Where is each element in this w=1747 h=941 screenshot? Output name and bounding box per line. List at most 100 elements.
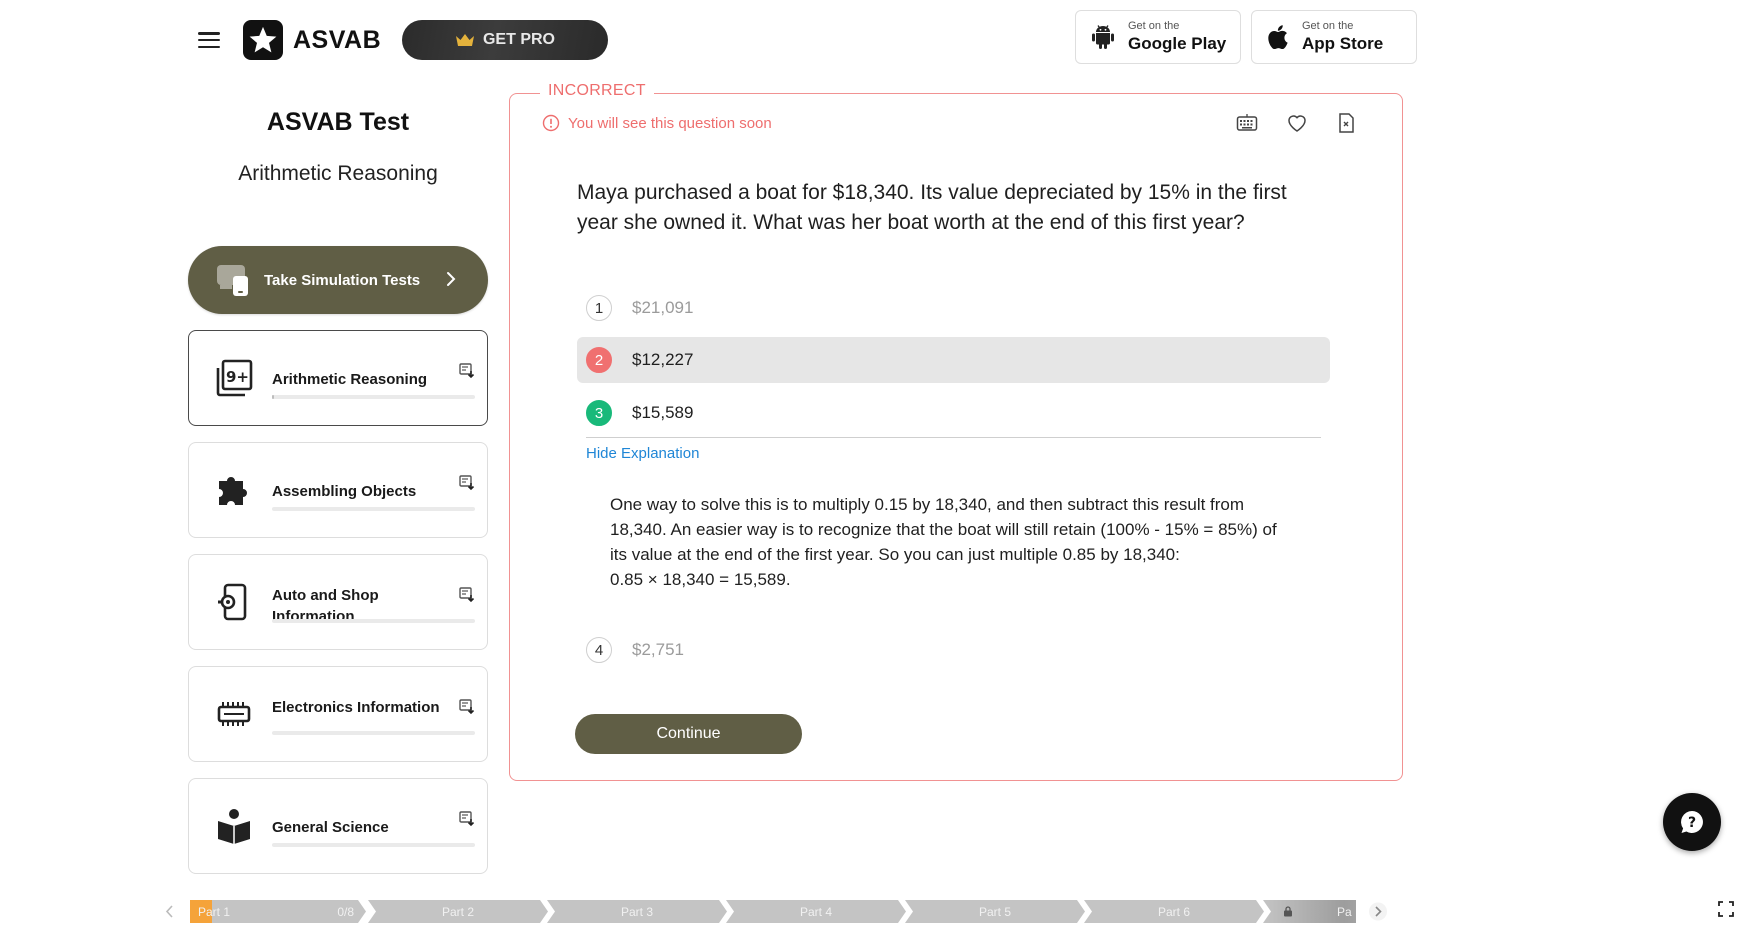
download-icon[interactable] bbox=[459, 811, 475, 827]
part-count: 0/8 bbox=[337, 904, 354, 919]
subject-electronics-information[interactable]: Electronics Information bbox=[188, 666, 488, 762]
google-play-button[interactable]: Get on the Google Play bbox=[1075, 10, 1241, 64]
numbers-icon: 9+ bbox=[215, 359, 253, 397]
part-label: Pa bbox=[1337, 904, 1352, 919]
answer-option-3[interactable]: 3 $15,589 bbox=[577, 390, 1330, 436]
subject-label: Assembling Objects bbox=[272, 483, 417, 500]
subject-auto-and-shop[interactable]: Auto and Shop Information bbox=[188, 554, 488, 650]
apple-icon bbox=[1268, 25, 1288, 49]
review-notice-text: You will see this question soon bbox=[568, 114, 772, 132]
explanation-text: One way to solve this is to multiply 0.1… bbox=[610, 492, 1300, 592]
svg-text:?: ? bbox=[1688, 815, 1696, 831]
menu-icon[interactable] bbox=[198, 32, 220, 48]
option-value: $15,589 bbox=[632, 403, 694, 422]
option-number: 2 bbox=[586, 347, 612, 373]
part-label: Part 2 bbox=[441, 904, 474, 919]
review-notice: You will see this question soon bbox=[542, 114, 772, 132]
explanation-line: its value at the end of the first year. … bbox=[610, 545, 1180, 564]
answer-option-1[interactable]: 1 $21,091 bbox=[577, 285, 1330, 331]
explanation-line: One way to solve this is to multiply 0.1… bbox=[610, 495, 1245, 514]
android-icon bbox=[1092, 25, 1114, 49]
option-number: 3 bbox=[586, 400, 612, 426]
subject-label: Arithmetic Reasoning bbox=[272, 371, 428, 388]
download-icon[interactable] bbox=[459, 699, 475, 715]
subject-progress-bar bbox=[272, 619, 475, 623]
subject-progress-bar bbox=[272, 395, 475, 399]
part-6[interactable]: Part 6 bbox=[1084, 900, 1264, 923]
download-icon[interactable] bbox=[459, 475, 475, 491]
chat-help-icon: ? bbox=[1681, 811, 1703, 833]
chevron-right-icon bbox=[447, 272, 456, 286]
option-value: $21,091 bbox=[632, 298, 694, 317]
parts-progress: Part 1 0/8 Part 2 Part 3 Part 4 Part 5 P… bbox=[190, 900, 1356, 923]
lock-icon bbox=[1283, 906, 1293, 917]
app-store-button[interactable]: Get on the App Store bbox=[1251, 10, 1417, 64]
subject-progress-bar bbox=[272, 843, 475, 847]
keyboard-icon[interactable] bbox=[1236, 112, 1258, 134]
simulation-devices-icon bbox=[217, 265, 248, 296]
sidebar: ASVAB Test Arithmetic Reasoning Take Sim… bbox=[188, 90, 488, 874]
option-value: $12,227 bbox=[632, 350, 694, 369]
star-logo-icon bbox=[243, 20, 283, 60]
part-5[interactable]: Part 5 bbox=[905, 900, 1085, 923]
result-status-label: INCORRECT bbox=[540, 82, 654, 100]
car-settings-icon bbox=[215, 583, 253, 621]
logo-text: ASVAB bbox=[293, 25, 382, 54]
option-number: 1 bbox=[586, 295, 612, 321]
subject-assembling-objects[interactable]: Assembling Objects bbox=[188, 442, 488, 538]
subject-general-science[interactable]: General Science bbox=[188, 778, 488, 874]
svg-text:9+: 9+ bbox=[226, 368, 249, 386]
get-pro-label: GET PRO bbox=[482, 31, 555, 48]
google-play-small: Get on the bbox=[1128, 20, 1180, 32]
hide-explanation-link[interactable]: Hide Explanation bbox=[586, 445, 699, 462]
subject-label: Electronics Information bbox=[272, 699, 440, 716]
simulation-label: Take Simulation Tests bbox=[264, 271, 421, 289]
part-label: Part 3 bbox=[620, 904, 653, 919]
question-text: Maya purchased a boat for $18,340. Its v… bbox=[577, 181, 1287, 234]
part-3[interactable]: Part 3 bbox=[547, 900, 727, 923]
science-book-icon bbox=[215, 807, 253, 845]
puzzle-icon bbox=[215, 471, 253, 509]
part-label: Part 6 bbox=[1157, 904, 1190, 919]
answer-option-2[interactable]: 2 $12,227 bbox=[577, 337, 1330, 383]
part-7-locked[interactable]: Pa bbox=[1263, 900, 1356, 923]
option-number: 4 bbox=[586, 637, 612, 663]
part-label: Part 1 bbox=[198, 904, 231, 919]
subject-arithmetic-reasoning[interactable]: 9+ Arithmetic Reasoning bbox=[188, 330, 488, 426]
subject-progress-bar bbox=[272, 731, 475, 735]
option-value: $2,751 bbox=[632, 640, 684, 659]
explanation-divider bbox=[586, 437, 1321, 438]
take-simulation-tests-button[interactable]: Take Simulation Tests bbox=[188, 246, 488, 314]
progress-fill bbox=[272, 395, 275, 399]
report-file-icon[interactable] bbox=[1335, 112, 1357, 134]
explanation-line: 0.85 × 18,340 = 15,589. bbox=[610, 570, 791, 589]
chat-support-button[interactable]: ? bbox=[1663, 793, 1721, 851]
app-store-big: App Store bbox=[1302, 34, 1384, 53]
google-play-big: Google Play bbox=[1128, 34, 1227, 53]
subject-label: General Science bbox=[272, 819, 389, 836]
chip-icon bbox=[215, 695, 253, 733]
part-label: Part 4 bbox=[799, 904, 832, 919]
download-icon[interactable] bbox=[459, 363, 475, 379]
crown-icon bbox=[455, 34, 474, 46]
logo[interactable]: ASVAB bbox=[243, 20, 381, 60]
download-icon[interactable] bbox=[459, 587, 475, 603]
subject-progress-bar bbox=[272, 507, 475, 511]
answer-option-4[interactable]: 4 $2,751 bbox=[577, 627, 1330, 673]
part-4[interactable]: Part 4 bbox=[726, 900, 906, 923]
parts-next-icon[interactable] bbox=[1367, 900, 1389, 923]
get-pro-button[interactable]: GET PRO bbox=[402, 20, 608, 60]
part-label: Part 5 bbox=[978, 904, 1011, 919]
app-store-small: Get on the bbox=[1302, 20, 1354, 32]
continue-button[interactable]: Continue bbox=[575, 714, 802, 754]
explanation-line: 18,340. An easier way is to recognize th… bbox=[610, 520, 1277, 539]
parts-prev-icon[interactable] bbox=[164, 900, 176, 923]
header: ASVAB GET PRO Get on the Google Play Get… bbox=[0, 0, 1747, 80]
heart-icon[interactable] bbox=[1286, 112, 1308, 134]
part-2[interactable]: Part 2 bbox=[368, 900, 548, 923]
fullscreen-icon[interactable] bbox=[1718, 901, 1734, 917]
sidebar-subtitle: Arithmetic Reasoning bbox=[238, 162, 438, 185]
alert-circle-icon bbox=[542, 114, 560, 132]
part-1[interactable]: Part 1 0/8 bbox=[190, 900, 366, 923]
sidebar-title: ASVAB Test bbox=[266, 108, 410, 136]
